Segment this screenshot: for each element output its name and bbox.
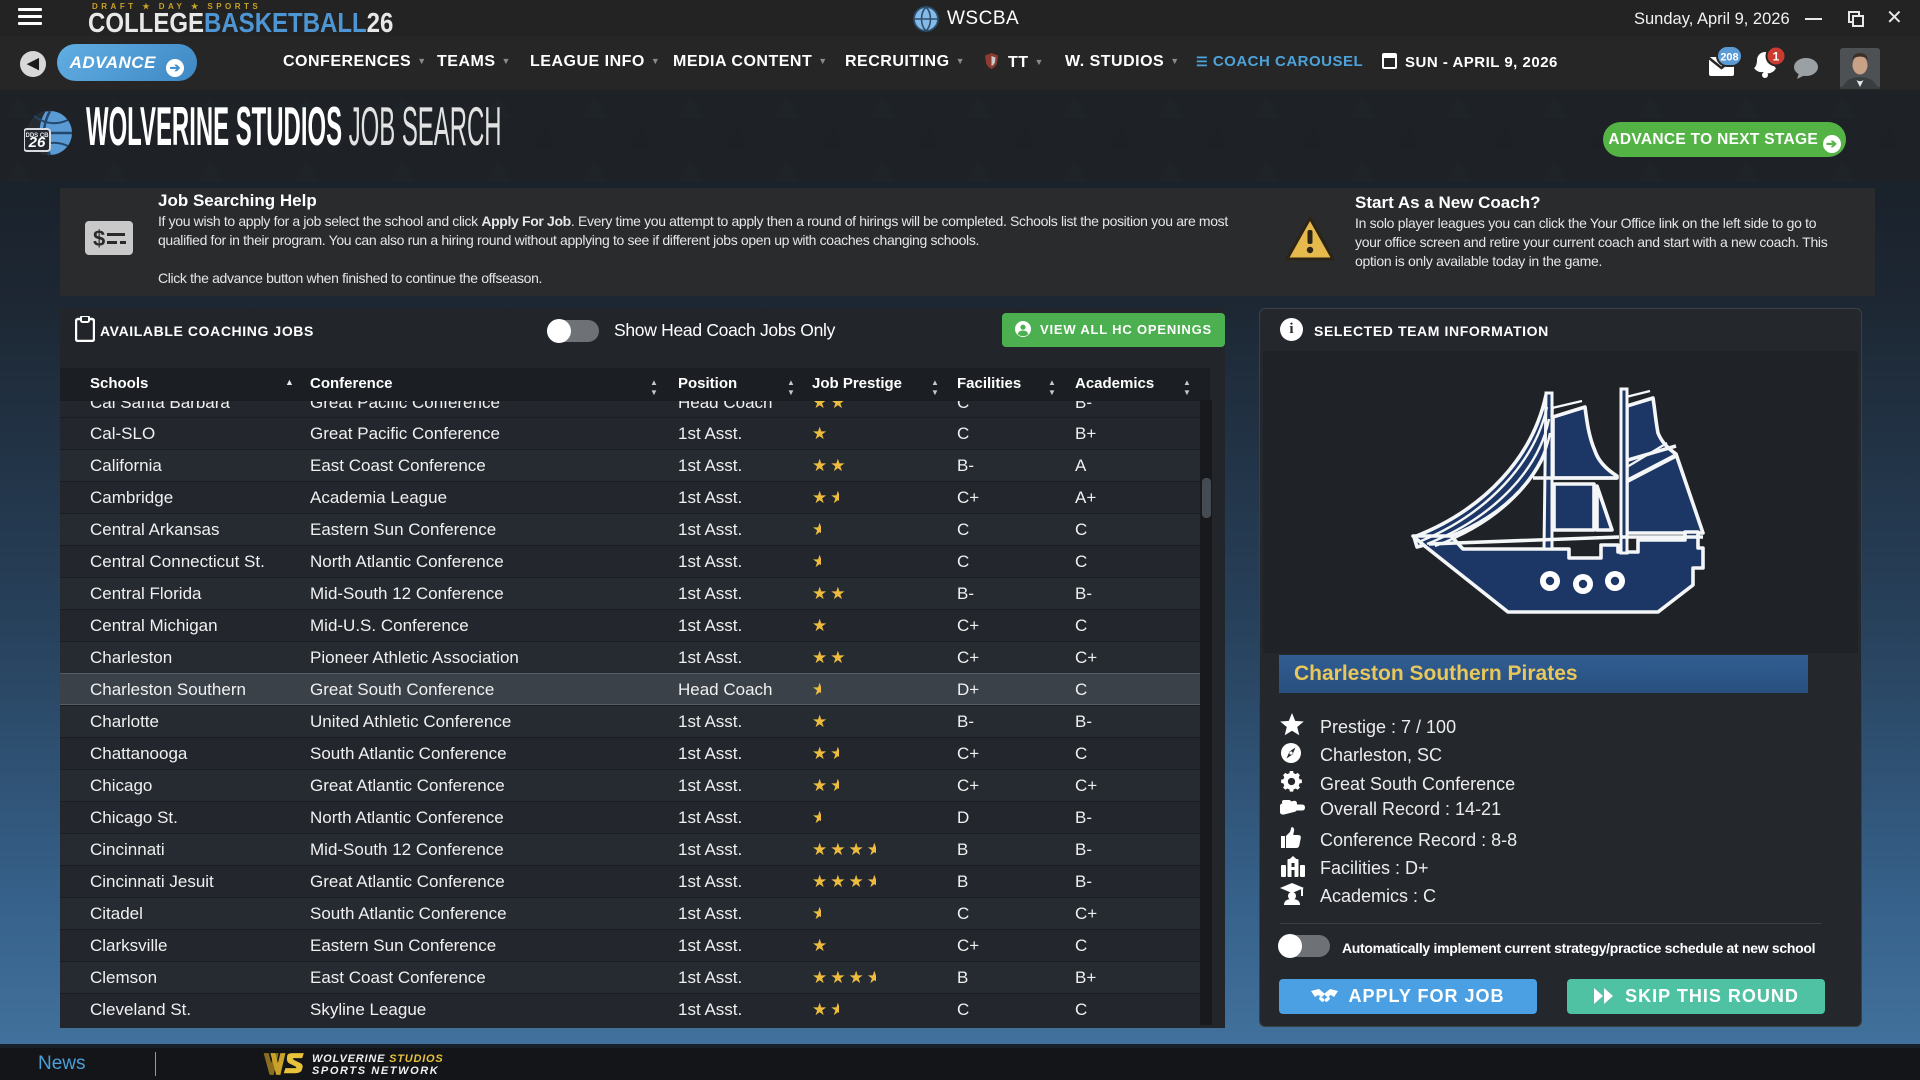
svg-text:$: $ (93, 226, 105, 251)
svg-text:DDS CB: DDS CB (25, 133, 49, 139)
svg-text:208: 208 (1720, 52, 1738, 64)
svg-text:1: 1 (1773, 50, 1780, 64)
